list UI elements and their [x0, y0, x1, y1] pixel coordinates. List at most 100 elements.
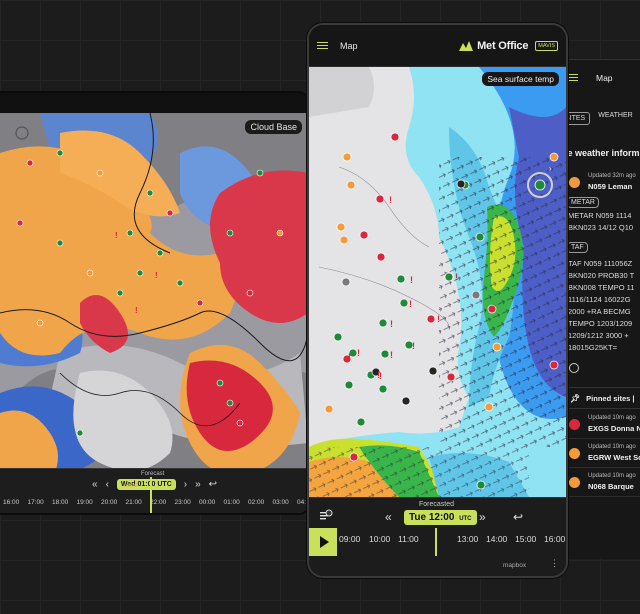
site-name: EGRW West So [588, 453, 640, 462]
time-tick: 11:00 [398, 534, 419, 544]
play-icon [319, 536, 329, 548]
site-status-dot [569, 448, 580, 459]
return-button[interactable]: ↩ [513, 510, 523, 524]
metar-line-2: BKN023 14/12 Q10 [568, 223, 634, 232]
tablet-timeline[interactable]: Forecast « ‹ Wed 01:00 UTC › » ↩ 08:0009… [0, 468, 308, 513]
more-options-icon[interactable]: ⋮ [550, 558, 559, 569]
pin-icon: 📌︎ [570, 393, 581, 403]
menu-icon[interactable] [317, 41, 328, 50]
tablet-time-tick: 22:00 [150, 499, 167, 506]
pinned-site-row[interactable]: Updated 10m ago EGRW West So [566, 439, 640, 468]
panel-tabs: SITES WEATHER F [566, 112, 640, 125]
time-tick: 10:00 [369, 534, 391, 544]
pinned-site-row[interactable]: Updated 10m ago EXGS Donna N [566, 410, 640, 439]
tab-weather[interactable]: WEATHER [598, 112, 632, 125]
phone-device: Map Met Office MAVIS ! ! ! ! ! ! ! ! ! !… [309, 25, 566, 576]
site-name: N059 Leman [588, 182, 633, 191]
tablet-layer-label: Cloud Base [245, 120, 302, 134]
taf-line: BKN008 TEMPO 11 [568, 283, 635, 292]
pinned-site-row[interactable]: Updated 10m ago N068 Barque [566, 468, 640, 497]
prev-button[interactable]: ‹ [106, 479, 109, 490]
tablet-day-marker: Wed [125, 483, 138, 489]
svg-text:!: ! [155, 271, 158, 280]
play-button[interactable] [309, 528, 337, 556]
tablet-time-tick: 03:00 [272, 499, 289, 506]
pinned-sites-label: Pinned sites | [586, 393, 635, 403]
phone-timeline[interactable]: Forecasted « Tue 12:00 UTC » ↩ 09:00 10:… [309, 497, 566, 576]
layers-icon[interactable] [319, 509, 333, 523]
time-tick: 13:00 [457, 534, 479, 544]
panel-heading: ite weather inform [566, 148, 640, 158]
svg-text:!: ! [455, 272, 458, 282]
timeline-ticks[interactable]: 09:00 10:00 11:00 13:00 14:00 15:00 16:0… [337, 528, 566, 556]
prev-fast-button[interactable]: « [385, 510, 392, 524]
taf-line: 18015G25KT= [568, 343, 617, 352]
taf-tag: TAF [567, 242, 588, 253]
svg-text:!: ! [357, 348, 360, 358]
forecast-label: Forecasted [419, 501, 455, 508]
time-tick: 16:00 [544, 534, 566, 544]
tablet-time-tick: 19:00 [76, 499, 93, 506]
next-fast-button[interactable]: » [195, 479, 201, 490]
site-updated: Updated 10m ago [588, 473, 636, 479]
panel-title: Map [596, 72, 613, 83]
svg-text:!: ! [412, 341, 415, 351]
tablet-time-tick: 23:00 [174, 499, 191, 506]
taf-line: 2000 +RA BECMG [568, 307, 631, 316]
svg-text:!: ! [409, 299, 412, 309]
time-tick: 14:00 [486, 534, 508, 544]
site-updated: Updated 32m ago [588, 173, 636, 179]
time-cursor[interactable] [435, 528, 437, 556]
logo-mark-icon [459, 40, 474, 51]
tablet-time-tick: 20:00 [101, 499, 118, 506]
svg-text:!: ! [390, 350, 393, 360]
map-layer-label: Sea surface temp [482, 72, 559, 86]
logo-text: Met Office [477, 39, 529, 52]
locate-icon[interactable] [569, 363, 579, 373]
next-button[interactable]: › [184, 479, 187, 490]
pinned-sites-bar[interactable]: 📌︎ Pinned sites | [566, 387, 640, 409]
phone-header: Map Met Office MAVIS [309, 25, 566, 67]
time-controls: « Tue 12:00 UTC » ↩ [309, 509, 566, 526]
taf-line: TEMPO 1203/1209 [568, 319, 633, 328]
svg-text:!: ! [115, 231, 118, 240]
tablet-time-value: 01:00 [137, 481, 156, 488]
return-button[interactable]: ↩ [209, 479, 217, 490]
mapbox-attribution: mapbox [503, 562, 527, 569]
time-zone: UTC [459, 516, 472, 522]
tablet-map[interactable]: !!! [0, 113, 308, 513]
svg-text:!: ! [437, 314, 440, 324]
time-day: Tue [409, 512, 427, 523]
tablet-time-zone: UTC [157, 481, 172, 488]
metar-line-1: METAR N059 1114 [568, 211, 632, 220]
logo-badge: MAVIS [535, 40, 558, 51]
svg-text:!: ! [379, 371, 382, 381]
time-tick: 15:00 [515, 534, 537, 544]
site-status-dot [569, 419, 580, 430]
phone-map[interactable]: !!! !!! !!! !!! › [309, 67, 566, 497]
site-info-panel: Map SITES WEATHER F ite weather inform U… [566, 59, 640, 559]
taf-line: BKN020 PROB30 T [568, 271, 635, 280]
taf-line: 1116/1124 16022G [568, 295, 631, 304]
tablet-time-tick: 02:00 [248, 499, 265, 506]
taf-line: TAF N059 111056Z [568, 259, 633, 268]
next-fast-button[interactable]: » [479, 510, 486, 524]
tablet-time-controls: « ‹ Wed 01:00 UTC › » ↩ [92, 479, 217, 490]
svg-text:!: ! [389, 195, 392, 205]
tablet-time-tick: 00:00 [199, 499, 216, 506]
tablet-time-tick: 01:00 [223, 499, 240, 506]
panel-menu-icon[interactable] [567, 73, 578, 82]
time-tick: 09:00 [339, 534, 361, 544]
metar-tag: METAR [567, 197, 599, 208]
met-office-logo: Met Office MAVIS [459, 40, 558, 52]
prev-fast-button[interactable]: « [92, 479, 98, 490]
tablet-forecast-label: Forecast [141, 471, 165, 477]
site-status-dot [569, 177, 580, 188]
svg-text:!: ! [410, 275, 413, 285]
tablet-time-tick: 16:00 [3, 499, 20, 506]
site-updated: Updated 10m ago [588, 415, 636, 421]
tab-sites[interactable]: SITES [566, 112, 591, 125]
panel-header: Map [566, 60, 640, 95]
tablet-device: !!! Cloud Base Forecast « ‹ Wed 01:00 UT… [0, 93, 308, 513]
svg-text:›: › [549, 164, 552, 173]
